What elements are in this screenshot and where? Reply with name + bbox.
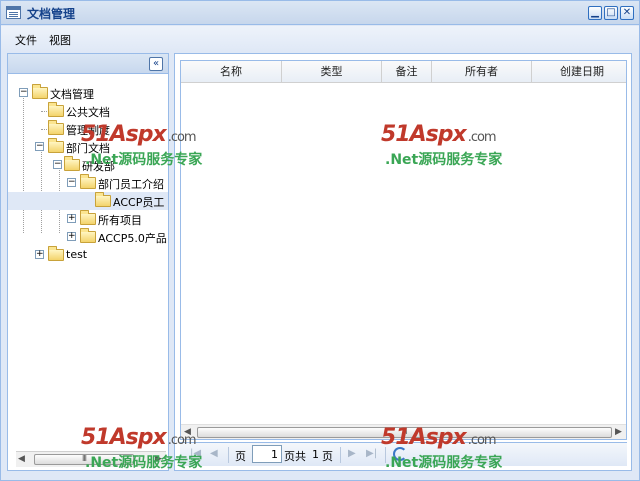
current-page-input[interactable] (252, 445, 282, 463)
column-header-created-date[interactable]: 创建日期 (532, 61, 626, 83)
watermark: 51Aspx .com .Net源码服务专家 (381, 122, 531, 174)
folder-icon (80, 210, 96, 225)
tree-panel-header: « (8, 54, 168, 74)
column-header-remark[interactable]: 备注 (382, 61, 432, 83)
window-icon (6, 6, 21, 19)
tree-node-all-projects[interactable]: + 所有项目 (8, 210, 168, 228)
tree-node-label: 部门员工介绍 (98, 178, 164, 191)
tree-node-public-docs[interactable]: 公共文档 (8, 102, 168, 120)
scroll-right-icon[interactable]: ▶ (615, 427, 622, 437)
column-header-owner[interactable]: 所有者 (432, 61, 532, 83)
column-header-name[interactable]: 名称 (181, 61, 282, 83)
collapse-node-icon[interactable]: − (19, 88, 28, 97)
tree-node-label: 文档管理 (50, 88, 94, 101)
total-pages: 1 (312, 448, 319, 461)
document-list-panel: 名称 类型 备注 所有者 创建日期 ◀ III ▶ |◀ ◀ 页 页共 1 页 … (174, 53, 632, 471)
page-label: 页 (235, 450, 246, 463)
expand-node-icon[interactable]: + (35, 250, 44, 259)
window-title: 文档管理 (27, 7, 76, 21)
folder-icon (95, 192, 111, 207)
column-header-type[interactable]: 类型 (282, 61, 382, 83)
collapse-node-icon[interactable]: − (35, 142, 44, 151)
watermark-tagline: .Net源码服务专家 (85, 152, 203, 168)
tree-node-accp-staff[interactable]: ACCP员工 (8, 192, 168, 210)
toolbar-separator (340, 447, 341, 463)
folder-icon (48, 102, 64, 117)
folder-open-icon (80, 174, 96, 189)
total-prefix: 页共 (284, 450, 306, 463)
title-bar: 文档管理 ▁ □ ✕ (1, 1, 639, 25)
watermark-tagline: .Net源码服务专家 (385, 455, 503, 471)
tree-node-label: ACCP员工 (113, 196, 165, 209)
collapse-node-icon[interactable]: − (67, 178, 76, 187)
tree-panel: « − 文档管理 公共文档 管理制度 − 部门文档 − 研发部 − 部门员工介绍… (7, 53, 169, 471)
watermark-tagline: .Net源码服务专家 (385, 152, 503, 168)
watermark-logo: 51Aspx .com (381, 122, 497, 147)
grid-header: 名称 类型 备注 所有者 创建日期 (181, 61, 626, 83)
expand-node-icon[interactable]: + (67, 232, 76, 241)
collapse-panel-button[interactable]: « (149, 57, 163, 71)
document-grid: 名称 类型 备注 所有者 创建日期 ◀ III ▶ (180, 60, 627, 440)
total-suffix: 页 (322, 450, 333, 463)
close-button[interactable]: ✕ (620, 6, 634, 20)
watermark-logo: 51Aspx .com (81, 122, 197, 147)
watermark-tagline: .Net源码服务专家 (85, 455, 203, 471)
folder-open-icon (64, 156, 80, 171)
watermark: 51Aspx .com .Net源码服务专家 (381, 425, 531, 477)
last-page-icon[interactable]: ▶| (366, 448, 377, 459)
app-window: 文档管理 ▁ □ ✕ 文件 视图 « − 文档管理 公共文档 管理制度 − 部门… (0, 0, 640, 481)
watermark: 51Aspx .com .Net源码服务专家 (81, 122, 231, 174)
minimize-button[interactable]: ▁ (588, 6, 602, 20)
folder-icon (48, 120, 64, 135)
next-page-icon[interactable]: ▶ (348, 448, 356, 459)
tree-node-label: 公共文档 (66, 106, 110, 119)
maximize-button[interactable]: □ (604, 6, 618, 20)
folder-icon (48, 246, 64, 261)
scroll-left-icon[interactable]: ◀ (18, 454, 25, 464)
tree-node-staff-intro[interactable]: − 部门员工介绍 (8, 174, 168, 192)
tree-node-test[interactable]: + test (8, 246, 168, 264)
tree-node-label: 所有项目 (98, 214, 142, 227)
tree-node-root[interactable]: − 文档管理 (8, 84, 168, 102)
tree-node-accp-product[interactable]: + ACCP5.0产品 (8, 228, 168, 246)
expand-node-icon[interactable]: + (67, 214, 76, 223)
menu-bar: 文件 视图 (1, 26, 639, 52)
watermark-logo: 51Aspx .com (381, 425, 497, 450)
tree-node-label: test (66, 248, 88, 261)
folder-icon (80, 228, 96, 243)
tree-node-label: ACCP5.0产品 (98, 232, 167, 245)
collapse-node-icon[interactable]: − (53, 160, 62, 169)
folder-open-icon (48, 138, 64, 153)
menu-file[interactable]: 文件 (15, 32, 37, 48)
watermark: 51Aspx .com .Net源码服务专家 (81, 425, 231, 477)
folder-open-icon (32, 84, 48, 99)
watermark-logo: 51Aspx .com (81, 425, 197, 450)
menu-view[interactable]: 视图 (49, 32, 71, 48)
